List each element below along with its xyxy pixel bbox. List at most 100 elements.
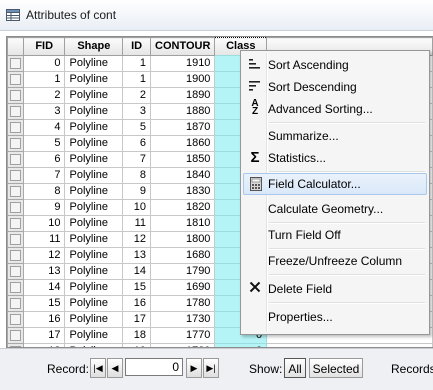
menu-item-properties[interactable]: Properties... <box>243 306 427 328</box>
cell-shape[interactable]: Polyline <box>64 135 124 152</box>
row-selector-box[interactable] <box>9 218 21 229</box>
menu-item-sort-descending[interactable]: Sort Descending <box>243 76 427 98</box>
cell-shape[interactable]: Polyline <box>64 247 124 264</box>
cell-contour[interactable]: 1790 <box>150 263 216 280</box>
cell-contour[interactable]: 1850 <box>150 151 216 168</box>
row-selector[interactable] <box>7 183 24 200</box>
cell-shape[interactable]: Polyline <box>64 295 124 312</box>
cell-fid[interactable]: 11 <box>22 231 66 248</box>
row-selector[interactable] <box>7 71 24 88</box>
cell-id[interactable]: 14 <box>122 263 152 280</box>
cell-shape[interactable]: Polyline <box>64 167 124 184</box>
show-selected-button[interactable]: Selected <box>309 358 363 378</box>
row-selector-box[interactable] <box>9 122 21 133</box>
cell-fid[interactable]: 13 <box>22 263 66 280</box>
menu-item-sort-ascending[interactable]: Sort Ascending <box>243 54 427 76</box>
cell-shape[interactable]: Polyline <box>64 231 124 248</box>
cell-shape[interactable]: Polyline <box>64 183 124 200</box>
cell-contour[interactable]: 1880 <box>150 103 216 120</box>
row-selector-box[interactable] <box>9 314 21 325</box>
cell-contour[interactable]: 1910 <box>150 55 216 72</box>
row-selector-box[interactable] <box>9 202 21 213</box>
cell-fid[interactable]: 6 <box>22 151 66 168</box>
row-selector[interactable] <box>7 199 24 216</box>
row-selector[interactable] <box>7 55 24 72</box>
title-bar[interactable]: Attributes of cont <box>0 0 433 31</box>
cell-id[interactable]: 16 <box>122 295 152 312</box>
cell-fid[interactable]: 1 <box>22 71 66 88</box>
column-header-fid[interactable]: FID <box>22 37 66 56</box>
row-selector[interactable] <box>7 215 24 232</box>
row-selector-box[interactable] <box>9 266 21 277</box>
cell-fid[interactable]: 3 <box>22 103 66 120</box>
cell-shape[interactable]: Polyline <box>64 55 124 72</box>
cell-fid[interactable]: 9 <box>22 199 66 216</box>
cell-shape[interactable]: Polyline <box>64 119 124 136</box>
cell-contour[interactable]: 1680 <box>150 247 216 264</box>
menu-item-calculate-geometry[interactable]: Calculate Geometry... <box>243 198 427 220</box>
column-header-shape[interactable]: Shape <box>64 37 124 56</box>
row-selector[interactable] <box>7 295 24 312</box>
row-selector[interactable] <box>7 279 24 296</box>
menu-item-freeze-column[interactable]: Freeze/Unfreeze Column <box>243 250 427 272</box>
cell-contour[interactable]: 1840 <box>150 167 216 184</box>
cell-contour[interactable]: 1690 <box>150 279 216 296</box>
cell-id[interactable]: 1 <box>122 55 152 72</box>
menu-item-statistics[interactable]: Σ Statistics... <box>243 147 427 169</box>
cell-contour[interactable]: 1800 <box>150 231 216 248</box>
cell-fid[interactable]: 2 <box>22 87 66 104</box>
cell-id[interactable]: 18 <box>122 327 152 344</box>
row-selector-box[interactable] <box>9 234 21 245</box>
cell-id[interactable]: 3 <box>122 103 152 120</box>
cell-contour[interactable]: 1870 <box>150 119 216 136</box>
row-selector[interactable] <box>7 231 24 248</box>
show-all-button[interactable]: All <box>284 358 306 378</box>
row-selector[interactable] <box>7 87 24 104</box>
next-record-button[interactable]: ▶ <box>186 358 202 378</box>
cell-id[interactable]: 7 <box>122 151 152 168</box>
cell-id[interactable]: 13 <box>122 247 152 264</box>
menu-item-advanced-sorting[interactable]: AZ Advanced Sorting... <box>243 98 427 120</box>
menu-item-summarize[interactable]: Summarize... <box>243 125 427 147</box>
row-selector-header[interactable] <box>7 37 24 56</box>
cell-fid[interactable]: 15 <box>22 295 66 312</box>
row-selector-box[interactable] <box>9 250 21 261</box>
previous-record-button[interactable]: ◀ <box>107 358 123 378</box>
cell-fid[interactable]: 16 <box>22 311 66 328</box>
cell-contour[interactable]: 1900 <box>150 71 216 88</box>
cell-id[interactable]: 11 <box>122 215 152 232</box>
row-selector-box[interactable] <box>9 298 21 309</box>
cell-id[interactable]: 1 <box>122 71 152 88</box>
cell-id[interactable]: 6 <box>122 135 152 152</box>
column-header-id[interactable]: ID <box>122 37 152 56</box>
cell-fid[interactable]: 14 <box>22 279 66 296</box>
cell-contour[interactable]: 1810 <box>150 215 216 232</box>
cell-shape[interactable]: Polyline <box>64 263 124 280</box>
record-number-input[interactable]: 0 <box>125 358 183 376</box>
cell-contour[interactable]: 1820 <box>150 199 216 216</box>
cell-fid[interactable]: 5 <box>22 135 66 152</box>
cell-id[interactable]: 17 <box>122 311 152 328</box>
cell-shape[interactable]: Polyline <box>64 215 124 232</box>
row-selector[interactable] <box>7 311 24 328</box>
cell-shape[interactable]: Polyline <box>64 199 124 216</box>
cell-contour[interactable]: 1860 <box>150 135 216 152</box>
cell-shape[interactable]: Polyline <box>64 311 124 328</box>
row-selector-box[interactable] <box>9 74 21 85</box>
cell-contour[interactable]: 1780 <box>150 295 216 312</box>
row-selector[interactable] <box>7 151 24 168</box>
row-selector[interactable] <box>7 247 24 264</box>
cell-id[interactable]: 2 <box>122 87 152 104</box>
cell-fid[interactable]: 12 <box>22 247 66 264</box>
cell-id[interactable]: 10 <box>122 199 152 216</box>
row-selector-box[interactable] <box>9 90 21 101</box>
column-header-contour[interactable]: CONTOUR <box>150 37 216 56</box>
row-selector[interactable] <box>7 167 24 184</box>
cell-fid[interactable]: 0 <box>22 55 66 72</box>
row-selector[interactable] <box>7 119 24 136</box>
cell-contour[interactable]: 1730 <box>150 311 216 328</box>
menu-item-delete-field[interactable]: Delete Field <box>243 278 427 300</box>
row-selector[interactable] <box>7 103 24 120</box>
row-selector-box[interactable] <box>9 58 21 69</box>
row-selector-box[interactable] <box>9 106 21 117</box>
